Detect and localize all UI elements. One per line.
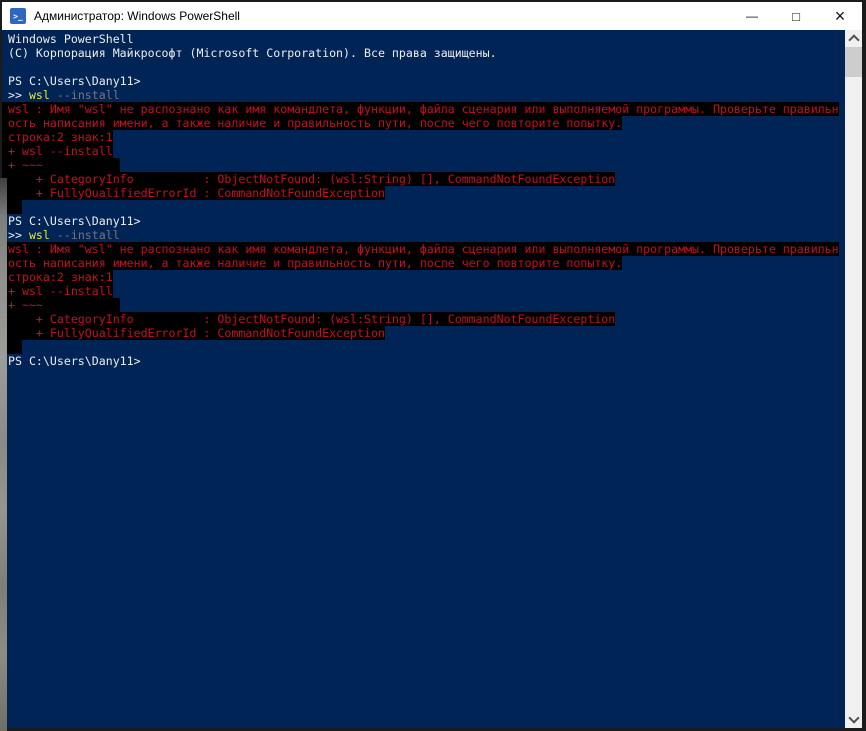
desktop-edge-sliver xyxy=(0,178,7,731)
error-message-line: wsl : Имя "wsl" не распознано как имя ко… xyxy=(2,242,845,256)
scroll-up-button[interactable] xyxy=(845,30,862,47)
error-caret-line: + ~~~ xyxy=(2,298,845,312)
error-message-line: ость написания имени, а также наличие и … xyxy=(2,116,845,130)
close-button[interactable]: × xyxy=(818,2,862,30)
continuation-prompt: >> xyxy=(8,228,29,242)
error-fully-qualified-id: + FullyQualifiedErrorId : CommandNotFoun… xyxy=(2,326,845,340)
terminal-output[interactable]: Windows PowerShell (C) Корпорация Майкро… xyxy=(2,30,845,728)
terminal-prompt: PS C:\Users\Dany11> xyxy=(8,74,141,88)
powershell-icon: >_ xyxy=(10,8,26,24)
terminal-line: Windows PowerShell xyxy=(8,32,134,46)
title-bar[interactable]: >_ Администратор: Windows PowerShell — □… xyxy=(2,2,862,30)
maximize-button[interactable]: □ xyxy=(774,2,818,30)
chevron-down-icon xyxy=(847,712,860,724)
error-command-echo: + wsl --install xyxy=(2,284,845,298)
command-argument: --install xyxy=(49,88,120,102)
error-position-line: строка:2 знак:1 xyxy=(2,130,845,144)
error-position-line: строка:2 знак:1 xyxy=(2,270,845,284)
window-title: Администратор: Windows PowerShell xyxy=(34,9,240,23)
command-argument: --install xyxy=(49,228,120,242)
error-block-trailer xyxy=(2,340,845,354)
powershell-window: >_ Администратор: Windows PowerShell — □… xyxy=(0,0,866,731)
terminal-command-line: >> wsl --install xyxy=(2,228,845,242)
error-command-echo: + wsl --install xyxy=(2,144,845,158)
terminal-command-line: >> wsl --install xyxy=(2,88,845,102)
scrollbar-thumb[interactable] xyxy=(845,47,862,77)
terminal-line: (C) Корпорация Майкрософт (Microsoft Cor… xyxy=(8,46,497,60)
error-message-line: ость написания имени, а также наличие и … xyxy=(2,256,845,270)
chevron-up-icon xyxy=(847,34,860,46)
command-name: wsl xyxy=(28,88,50,102)
error-fully-qualified-id: + FullyQualifiedErrorId : CommandNotFoun… xyxy=(2,186,845,200)
command-name: wsl xyxy=(28,228,50,242)
error-block-trailer xyxy=(2,200,845,214)
minimize-button[interactable]: — xyxy=(730,2,774,30)
continuation-prompt: >> xyxy=(8,88,29,102)
error-category-info: + CategoryInfo : ObjectNotFound: (wsl:St… xyxy=(2,312,845,326)
error-category-info: + CategoryInfo : ObjectNotFound: (wsl:St… xyxy=(2,172,845,186)
scroll-down-button[interactable] xyxy=(845,711,862,728)
terminal-prompt: PS C:\Users\Dany11> xyxy=(8,214,141,228)
terminal-prompt: PS C:\Users\Dany11> xyxy=(8,354,141,368)
scrollbar[interactable] xyxy=(845,30,862,728)
error-caret-line: + ~~~ xyxy=(2,158,845,172)
error-message-line: wsl : Имя "wsl" не распознано как имя ко… xyxy=(2,102,845,116)
